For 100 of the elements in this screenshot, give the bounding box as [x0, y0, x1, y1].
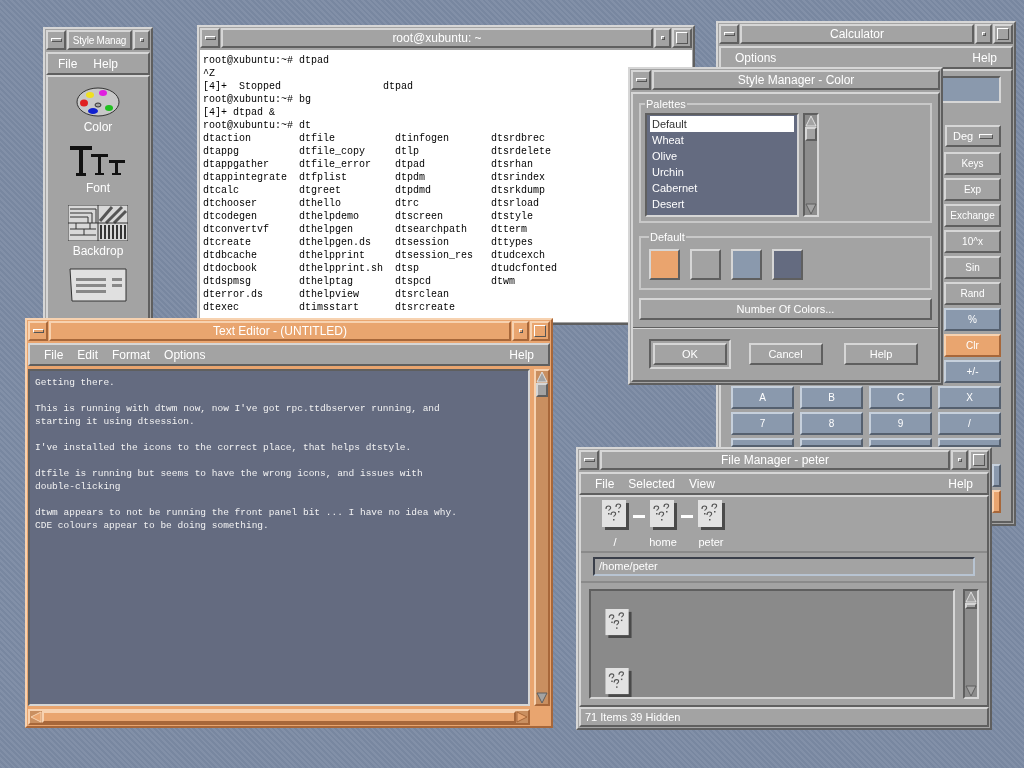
calculator-key[interactable]: /	[938, 412, 1001, 435]
calculator-key[interactable]	[869, 438, 932, 447]
palette-list[interactable]: Default Wheat Olive Urchin Cabernet Desert	[645, 112, 799, 217]
listing-entry: dtscreen	[395, 210, 444, 223]
unknown-file-icon[interactable]	[605, 609, 632, 638]
tool-label[interactable]: Backdrop	[72, 242, 124, 260]
calculator-key[interactable]: 10^x	[944, 230, 1001, 253]
calculator-key[interactable]: A	[731, 386, 794, 409]
unknown-file-icon[interactable]	[697, 500, 725, 530]
scroll-thumb[interactable]	[536, 383, 548, 397]
calculator-key[interactable]: Clr	[944, 334, 1001, 357]
calculator-key[interactable]: 8	[800, 412, 863, 435]
menu-item[interactable]: Format	[112, 347, 151, 362]
path-label[interactable]: home	[649, 534, 677, 551]
terminal-line: root@xubuntu:~# bg	[203, 93, 312, 106]
scrollbar[interactable]	[803, 112, 819, 217]
list-item[interactable]: Cabernet	[650, 179, 794, 196]
window-menu-button[interactable]	[719, 24, 739, 44]
calculator-key[interactable]: 9	[869, 412, 932, 435]
backdrop-icon[interactable]	[68, 205, 128, 241]
calculator-key[interactable]: C	[869, 386, 932, 409]
number-of-colors-button[interactable]: Number Of Colors...	[639, 298, 932, 320]
list-item[interactable]: Olive	[650, 147, 794, 164]
maximize-button[interactable]	[993, 24, 1013, 44]
group-label: Palettes	[645, 97, 687, 112]
window-menu-button[interactable]	[46, 30, 66, 50]
tool-label[interactable]: Color	[83, 118, 113, 136]
calculator-key[interactable]: Keys	[944, 152, 1001, 175]
calculator-key[interactable]	[992, 464, 1001, 487]
menu-item[interactable]: File	[44, 347, 64, 362]
path-label[interactable]: peter	[698, 534, 724, 551]
window-title: Style Manag	[72, 33, 127, 48]
unknown-file-icon[interactable]	[605, 668, 632, 697]
window-menu-button[interactable]	[28, 321, 48, 341]
calculator-key[interactable]: %	[944, 308, 1001, 331]
window-title: Text Editor - (UNTITLED)	[213, 323, 347, 339]
menu-item[interactable]: Selected	[628, 476, 676, 491]
maximize-button[interactable]	[530, 321, 550, 341]
menu-item[interactable]: Help	[509, 347, 534, 362]
menu-item[interactable]: Help	[972, 50, 997, 65]
path-field[interactable]: /home/peter	[593, 557, 975, 576]
calculator-key[interactable]: 7	[731, 412, 794, 435]
window-menu-button[interactable]	[200, 28, 220, 48]
calculator-key[interactable]: B	[800, 386, 863, 409]
calculator-key[interactable]	[938, 438, 1001, 447]
path-label[interactable]: /	[613, 534, 617, 551]
calculator-key[interactable]: Rand	[944, 282, 1001, 305]
color-swatch[interactable]	[690, 249, 721, 280]
menu-item[interactable]: File	[58, 56, 78, 71]
calculator-key[interactable]	[800, 438, 863, 447]
menu-item[interactable]: File	[595, 476, 615, 491]
menu-item[interactable]: Edit	[77, 347, 99, 362]
maximize-button[interactable]	[672, 28, 692, 48]
list-item[interactable]: Default	[650, 115, 794, 132]
calculator-key[interactable]	[731, 438, 794, 447]
unknown-file-icon[interactable]	[601, 500, 629, 530]
listing-entry: dtdocbook	[203, 262, 258, 275]
color-swatch[interactable]	[731, 249, 762, 280]
scroll-thumb[interactable]	[965, 603, 977, 609]
unknown-file-icon[interactable]	[649, 500, 677, 530]
menu-item[interactable]: Options	[164, 347, 206, 362]
list-item[interactable]: Wheat	[650, 131, 794, 148]
down-arrow-icon[interactable]	[965, 685, 977, 697]
dialog-button[interactable]: Cancel	[748, 343, 823, 365]
listing-entry: dtinfogen	[395, 132, 450, 145]
dialog-button[interactable]: OK	[653, 343, 727, 365]
list-item[interactable]: Desert	[650, 195, 794, 212]
minimize-button[interactable]	[654, 28, 671, 48]
palette-icon[interactable]	[76, 87, 120, 117]
menu-item[interactable]: View	[689, 476, 715, 491]
tool-label[interactable]: Font	[86, 179, 110, 197]
window-menu-button[interactable]	[579, 450, 599, 470]
calculator-key[interactable]	[992, 490, 1001, 513]
menu-item[interactable]: Options	[735, 50, 777, 65]
scrollbar[interactable]	[963, 589, 979, 699]
font-icon[interactable]	[69, 144, 127, 178]
dialog-button[interactable]: Help	[844, 343, 918, 365]
menu-item[interactable]: Help	[948, 476, 973, 491]
calculator-key[interactable]: Sin	[944, 256, 1001, 279]
text-area[interactable]	[28, 369, 530, 706]
color-swatch[interactable]	[649, 249, 680, 280]
minimize-button[interactable]	[975, 24, 992, 44]
minimize-button[interactable]	[512, 321, 529, 341]
up-arrow-icon[interactable]	[805, 114, 817, 127]
listing-entry: dtappg	[203, 145, 240, 158]
maximize-button[interactable]	[969, 450, 989, 470]
mode-button[interactable]: Deg	[945, 125, 1001, 147]
calculator-key[interactable]: Exchange	[944, 204, 1001, 227]
minimize-button[interactable]	[951, 450, 968, 470]
calculator-key[interactable]: +/-	[944, 360, 1001, 383]
maximize-icon	[997, 28, 1009, 40]
down-arrow-icon[interactable]	[805, 202, 817, 215]
menu-item[interactable]: Help	[93, 56, 119, 71]
color-swatch[interactable]	[772, 249, 803, 280]
calculator-key[interactable]: X	[938, 386, 1001, 409]
window-menu-button[interactable]	[631, 70, 651, 90]
keyboard-icon[interactable]	[68, 268, 128, 302]
calculator-key[interactable]: Exp	[944, 178, 1001, 201]
minimize-button[interactable]	[133, 30, 150, 50]
list-item[interactable]: Urchin	[650, 163, 794, 180]
